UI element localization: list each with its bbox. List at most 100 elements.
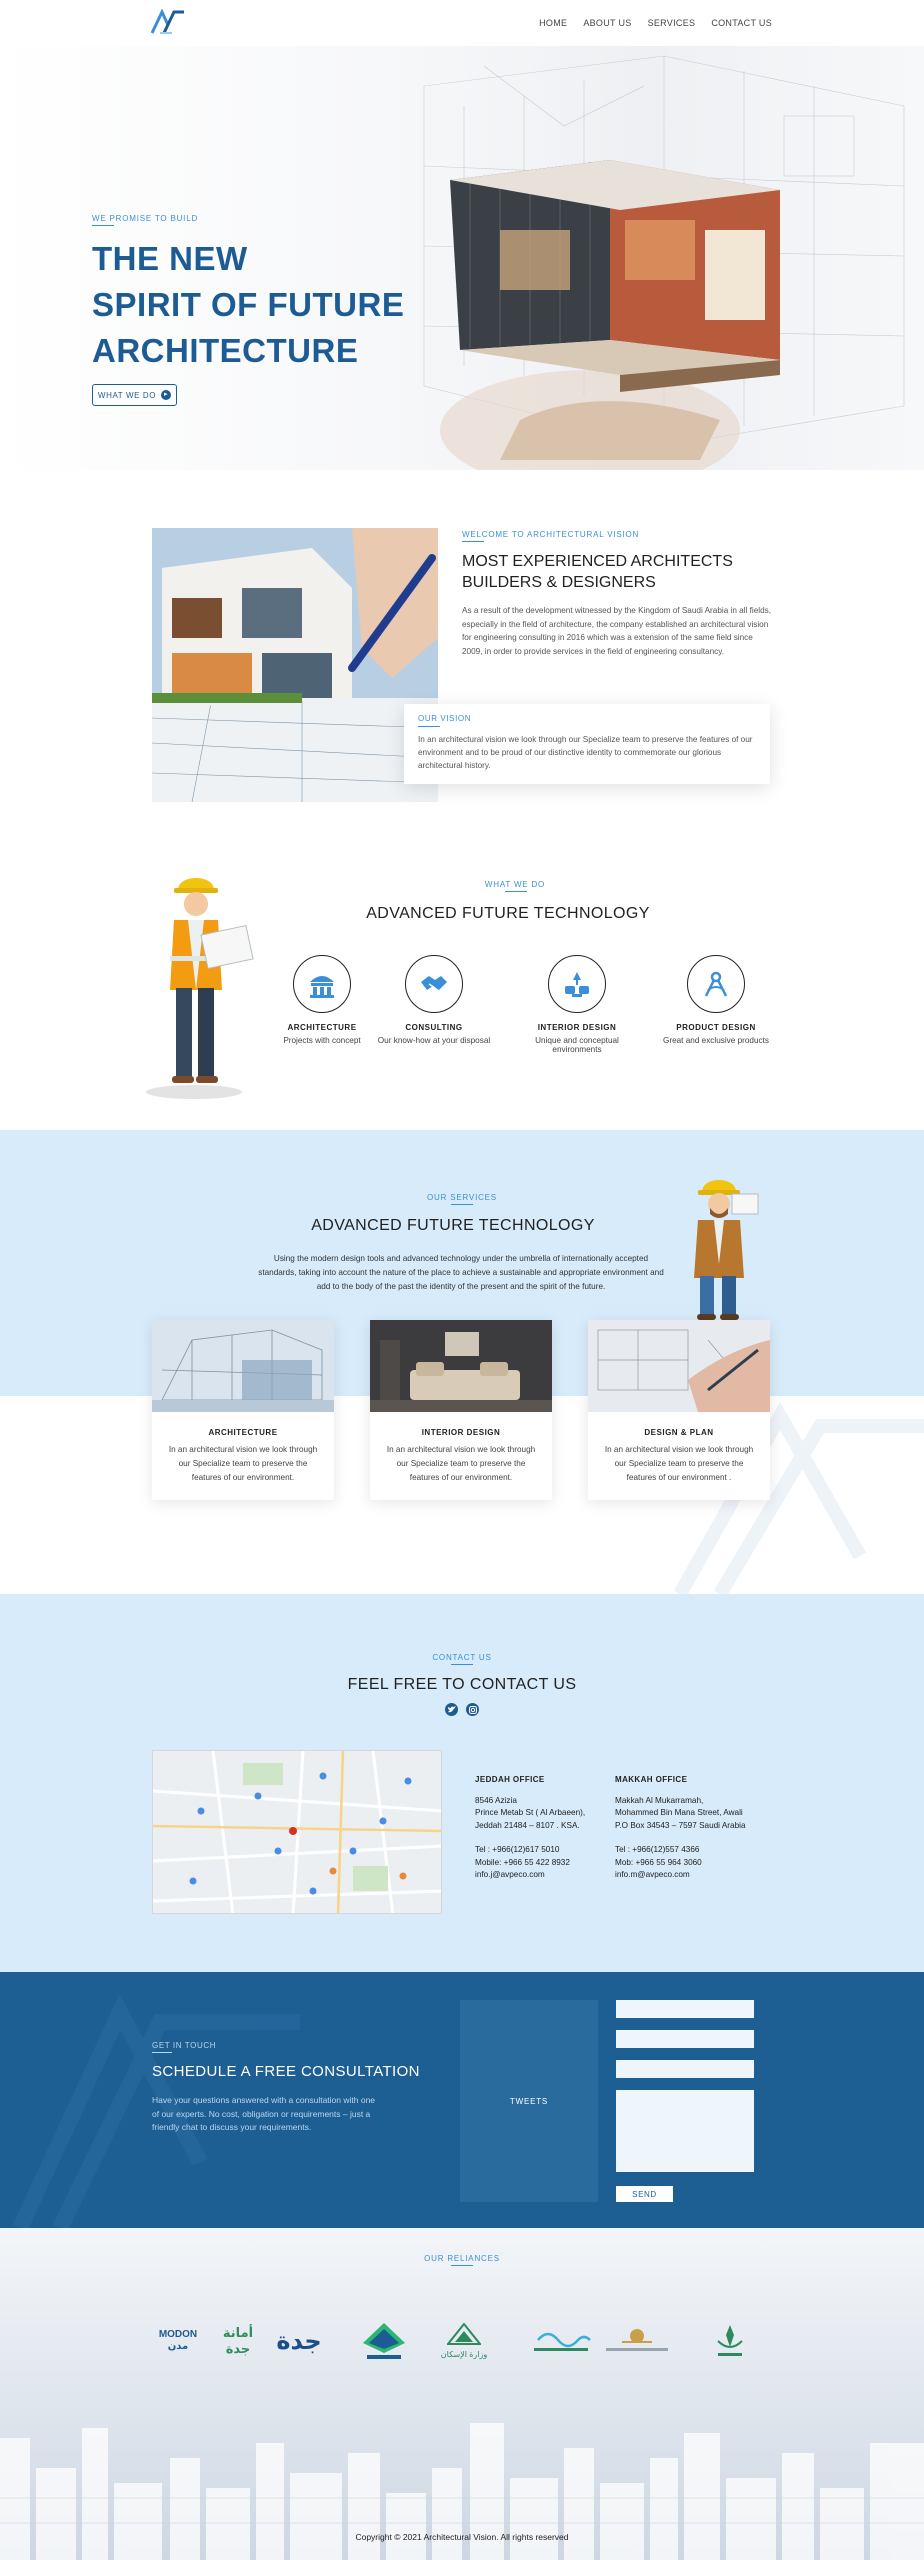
reliances-tagline: OUR RELIANCES [424,2254,500,2263]
brand-logo[interactable] [150,9,186,35]
furniture-icon [548,955,606,1013]
city-skyline-background [0,2423,924,2560]
housing-ministry-logo[interactable]: وزارة الإسكان [436,2318,492,2364]
service-card-interior-design[interactable]: INTERIOR DESIGN In an architectural visi… [370,1320,552,1500]
what-we-do-tagline: WHAT WE DO [484,880,546,889]
amanat-jeddah-logo[interactable]: أمانة جدة [210,2318,266,2364]
office-address-line: 8546 Azizia [475,1795,517,1805]
office-tel[interactable]: Tel : +966(12)617 5010 [475,1844,615,1857]
house-model-illustration [440,160,780,470]
feature-name: CONSULTING [405,1023,463,1032]
office-address-line: Jeddah 21484 – 8107 . KSA. [475,1820,580,1830]
nav-services[interactable]: SERVICES [648,18,696,28]
feature-desc: Projects with concept [283,1036,361,1045]
message-field[interactable] [616,2090,754,2172]
get-in-touch-underline [152,2052,172,2053]
about-house-image [152,528,438,802]
service-card-architecture[interactable]: ARCHITECTURE In an architectural vision … [152,1320,334,1500]
service-desc: In an architectural vision we look throu… [386,1445,536,1482]
services-title: ADVANCED FUTURE TECHNOLOGY [311,1217,595,1234]
what-we-do-title: ADVANCED FUTURE TECHNOLOGY [366,905,650,922]
what-we-do-button[interactable]: WHAT WE DO ▸ [92,384,177,406]
site-header: HOME ABOUT US SERVICES CONTACT US [0,0,924,46]
hero-tagline: WE PROMISE TO BUILD [92,214,199,223]
feature-name: PRODUCT DESIGN [676,1023,756,1032]
nav-contact-us[interactable]: CONTACT US [711,18,772,28]
feature-consulting[interactable]: CONSULTING Our know-how at your disposal [372,955,496,1045]
service-image-plan [588,1320,770,1412]
hero-tag-underline [92,225,114,226]
instagram-icon[interactable] [466,1703,479,1716]
office-mobile[interactable]: Mob: +966 55 964 3060 [615,1857,755,1870]
general-authority-logo[interactable] [358,2318,410,2364]
name-field[interactable] [616,2000,754,2018]
hero-title: THE NEW SPIRIT OF FUTURE ARCHITECTURE [92,236,422,374]
what-we-do-underline [505,891,527,892]
housing-logo-text: وزارة الإسكان [440,2350,488,2359]
office-address-line: Makkah Al Mukarramah, [615,1795,704,1805]
handshake-icon [405,955,463,1013]
about-tag-underline [462,541,484,542]
feature-product-design[interactable]: PRODUCT DESIGN Great and exclusive produ… [654,955,778,1045]
feature-name: INTERIOR DESIGN [537,1023,617,1032]
jeddah-logo-text: جدة [276,2327,322,2355]
hero-section: WE PROMISE TO BUILD THE NEW SPIRIT OF FU… [0,46,924,470]
service-card-design-plan[interactable]: DESIGN & PLAN In an architectural vision… [588,1320,770,1500]
service-name: DESIGN & PLAN [644,1428,714,1437]
emblem-logo[interactable] [600,2318,674,2364]
main-nav: HOME ABOUT US SERVICES CONTACT US [539,18,772,28]
about-title-line-2: BUILDERS & DESIGNERS [462,574,656,591]
service-image-architecture [152,1320,334,1412]
service-image-interior [370,1320,552,1412]
makkah-office: MAKKAH OFFICE Makkah Al Mukarramah, Moha… [615,1774,755,1882]
about-description: As a result of the development witnessed… [462,606,772,656]
contact-tagline: CONTACT US [432,1653,492,1662]
feature-architecture[interactable]: ARCHITECTURE Projects with concept [260,955,384,1045]
consultation-title: SCHEDULE A FREE CONSULTATION [152,2063,420,2080]
nav-about-us[interactable]: ABOUT US [583,18,631,28]
office-email[interactable]: info.m@avpeco.com [615,1869,755,1882]
modon-logo[interactable]: MODON مدن [150,2318,206,2364]
municipal-ministry-logo[interactable] [700,2318,760,2364]
contact-underline [451,1664,473,1665]
environment-ministry-logo[interactable] [526,2318,596,2364]
tweets-widget[interactable]: TWEETS [460,2000,598,2202]
jeddah-logo[interactable]: جدة [272,2318,326,2364]
service-desc: In an architectural vision we look throu… [604,1445,754,1482]
copyright-text: Copyright © 2021 Architectural Vision. A… [355,2532,569,2542]
contact-title: FEEL FREE TO CONTACT US [347,1676,577,1693]
hero-title-line-1: THE NEW [92,240,248,277]
hero-title-line-2: SPIRIT OF FUTURE [92,286,405,323]
arrow-right-icon: ▸ [161,390,172,400]
office-mobile[interactable]: Mobile: +966 55 422 8932 [475,1857,615,1870]
location-map[interactable] [152,1750,442,1914]
reliances-underline [451,2265,473,2266]
send-button[interactable]: SEND [616,2186,673,2202]
service-name: INTERIOR DESIGN [421,1428,501,1437]
office-tel[interactable]: Tel : +966(12)557 4366 [615,1844,755,1857]
nav-home[interactable]: HOME [539,18,567,28]
contact-section [0,1594,924,1972]
office-name: MAKKAH OFFICE [615,1775,688,1784]
feature-desc: Great and exclusive products [662,1036,770,1045]
service-desc: In an architectural vision we look throu… [168,1445,318,1482]
email-field[interactable] [616,2030,754,2048]
hero-title-line-3: ARCHITECTURE [92,332,359,369]
feature-desc: Our know-how at your disposal [377,1036,491,1045]
services-tagline: OUR SERVICES [427,1193,497,1202]
architect-illustration [694,1180,759,1320]
feature-desc: Unique and conceptual environments [535,1036,619,1054]
about-title: MOST EXPERIENCED ARCHITECTS BUILDERS & D… [462,551,742,593]
office-email[interactable]: info.j@avpeco.com [475,1869,615,1882]
feature-interior-design[interactable]: INTERIOR DESIGN Unique and conceptual en… [515,955,639,1054]
phone-field[interactable] [616,2060,754,2078]
vision-tag: OUR VISION [418,714,472,723]
get-in-touch-tag: GET IN TOUCH [152,2041,217,2050]
services-description: Using the modern design tools and advanc… [258,1254,664,1291]
office-address-line: Prince Metab St ( Al Arbaeen), [475,1808,586,1817]
modon-logo-text: MODON مدن [158,2329,198,2352]
twitter-icon[interactable] [445,1703,458,1716]
vision-tag-underline [418,726,440,727]
vision-card: OUR VISION In an architectural vision we… [404,704,770,784]
amanat-logo-text: أمانة جدة [222,2325,254,2356]
